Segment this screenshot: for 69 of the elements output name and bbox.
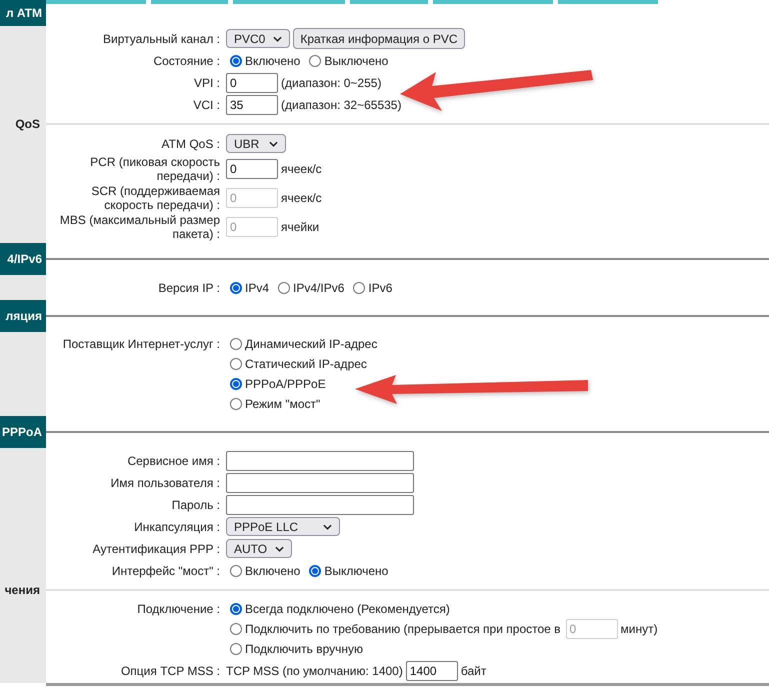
input-field[interactable]: 35: [226, 94, 278, 114]
dropdown[interactable]: AUTO: [226, 539, 292, 558]
hint-text: (диапазон: 0~255): [281, 76, 382, 90]
field-label: Интерфейс "мост" :: [110, 564, 220, 578]
section-header: чения: [0, 583, 46, 597]
field-label: Подключение :: [136, 601, 220, 618]
field-label: Инкапсуляция :: [133, 520, 220, 534]
field-label: ATM QoS :: [160, 136, 220, 150]
tab[interactable]: [46, 0, 146, 4]
section-header: PPPoA: [0, 416, 46, 448]
field-label: Опция TCP MSS :: [120, 664, 220, 678]
tab[interactable]: [350, 0, 428, 4]
field-label: PCR (пиковая скорость передачи) :: [89, 155, 220, 183]
caret-icon: [273, 36, 282, 42]
tab[interactable]: [233, 0, 345, 4]
radio-button[interactable]: Подключить по требованию (прерывается при простое в: [226, 622, 561, 636]
dropdown[interactable]: UBR: [226, 134, 286, 153]
hint-text: TCP MSS (по умолчанию: 1400): [226, 664, 403, 678]
field-label: Сервисное имя :: [126, 454, 220, 468]
radio-button[interactable]: Статический IP-адрес: [226, 357, 367, 371]
input-field[interactable]: [226, 494, 414, 514]
radio-button[interactable]: Выключено: [305, 564, 388, 578]
section-header: ляция: [0, 300, 46, 332]
sidebar-background: [0, 275, 46, 300]
radio-button[interactable]: Динамический IP-адрес: [226, 337, 378, 351]
input-field[interactable]: [226, 472, 414, 492]
field-label: Имя пользователя :: [110, 476, 220, 490]
field-label: Аутентификация PPP :: [92, 542, 220, 556]
radio-button[interactable]: PPPoA/PPPoE: [226, 377, 326, 391]
radio-button[interactable]: Подключить вручную: [226, 642, 363, 656]
field-label: VCI :: [192, 98, 220, 112]
section-header: 4/IPv6: [0, 243, 46, 275]
dropdown[interactable]: PVC0: [226, 29, 290, 48]
input-field[interactable]: 0: [226, 72, 278, 92]
tab[interactable]: [151, 0, 228, 4]
field-label: Виртуальный канал :: [102, 32, 220, 46]
field-label: VPI :: [192, 76, 220, 90]
radio-button[interactable]: IPv4: [226, 280, 270, 294]
radio-button[interactable]: Включено: [226, 564, 300, 578]
input-field[interactable]: 1400: [406, 660, 458, 680]
input-field[interactable]: [226, 450, 414, 470]
hint-text: (диапазон: 32~65535): [281, 98, 402, 112]
input-field[interactable]: 0: [226, 159, 278, 179]
field-label: Версия IP :: [157, 280, 220, 294]
section-header: QoS: [0, 117, 46, 131]
field-label: MBS (максимальный размер пакета) :: [58, 213, 220, 241]
dropdown[interactable]: PPPoE LLC: [226, 517, 340, 536]
section-header: л ATM: [0, 0, 46, 26]
hint-text: минут): [620, 622, 658, 636]
hint-text: ячеек/с: [281, 162, 322, 176]
tab[interactable]: [558, 0, 658, 4]
field-label: Поставщик Интернет-услуг :: [62, 336, 220, 353]
field-label: Состояние :: [152, 54, 220, 68]
tab[interactable]: [433, 0, 553, 4]
radio-button[interactable]: Выключено: [305, 54, 388, 68]
hint-text: ячеек/с: [281, 191, 322, 205]
radio-button[interactable]: IPv4/IPv6: [274, 280, 344, 294]
pvc-summary-button[interactable]: Краткая информация о PVC: [293, 28, 465, 49]
caret-icon: [275, 546, 284, 552]
radio-button[interactable]: Режим "мост": [226, 397, 320, 411]
caret-icon: [323, 524, 332, 530]
hint-text: байт: [460, 664, 486, 678]
field-label: SCR (поддерживаемая скорость передачи) :: [90, 184, 220, 212]
field-label: Пароль :: [170, 498, 220, 512]
radio-button[interactable]: IPv6: [349, 280, 392, 294]
radio-button[interactable]: Всегда подключено (Рекомендуется): [226, 602, 450, 616]
hint-text: ячейки: [281, 220, 320, 234]
radio-button[interactable]: Включено: [226, 54, 300, 68]
caret-icon: [269, 140, 278, 146]
